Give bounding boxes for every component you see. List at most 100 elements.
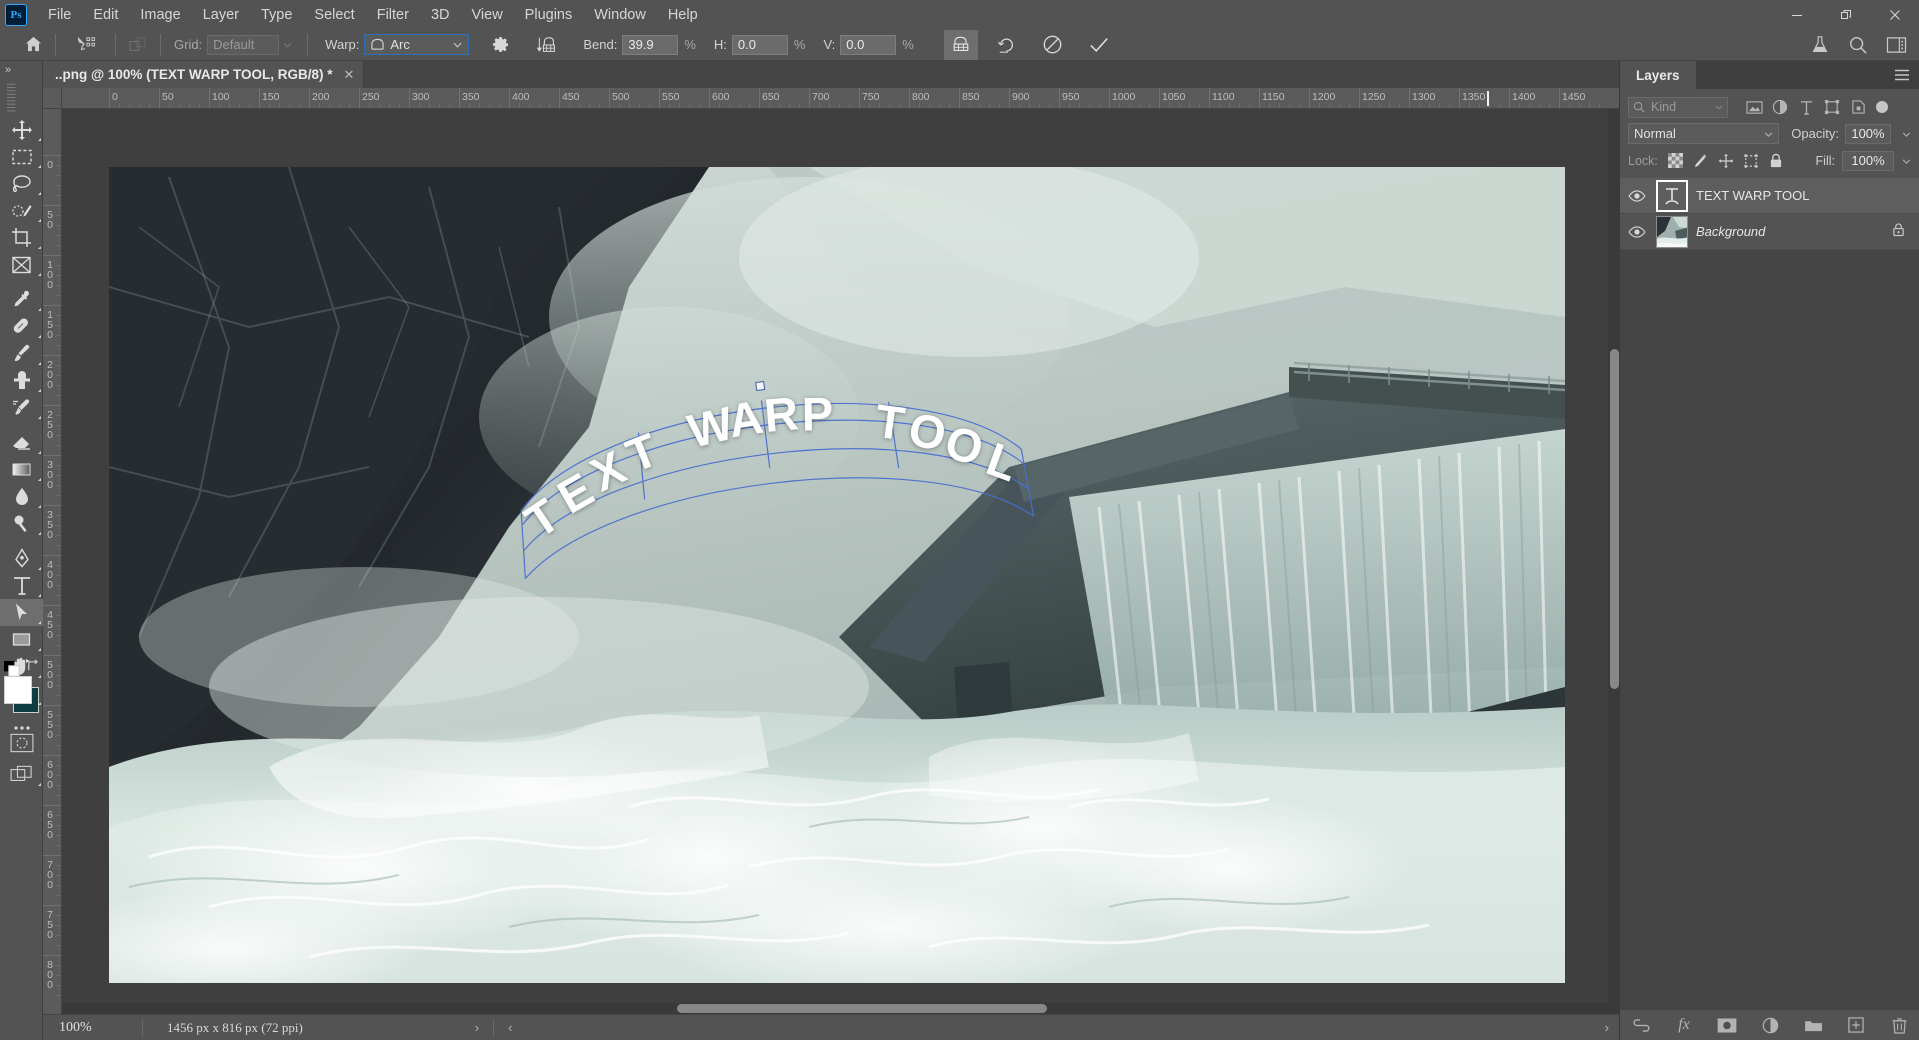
adjustment-filter-icon[interactable] <box>1768 96 1792 118</box>
opacity-chevron-down-icon[interactable] <box>1902 129 1911 139</box>
lock-transparent-pixels-icon[interactable] <box>1665 150 1687 172</box>
minimize-button[interactable] <box>1772 0 1821 29</box>
ruler-corner[interactable] <box>43 88 62 109</box>
grid-value[interactable]: Default <box>207 35 279 55</box>
warp-style-dropdown[interactable]: Arc <box>364 34 469 55</box>
foreground-color-swatch[interactable] <box>4 676 32 704</box>
layer-row[interactable]: Background <box>1620 214 1919 250</box>
tool-preset-icon[interactable] <box>69 30 103 60</box>
tool-pen-tool[interactable] <box>0 545 43 572</box>
menu-item-filter[interactable]: Filter <box>366 3 420 27</box>
tool-brush-tool[interactable] <box>0 340 43 367</box>
tool-eraser-tool[interactable] <box>0 429 43 456</box>
quick-mask-icon[interactable] <box>0 729 43 756</box>
delete-layer-icon[interactable] <box>1888 1014 1910 1036</box>
lock-position-icon[interactable] <box>1715 150 1737 172</box>
canvas-horizontal-scrollbar-track[interactable] <box>62 1003 1619 1014</box>
warp-toggle-icon[interactable] <box>944 30 978 60</box>
warp-control-handle[interactable] <box>755 381 765 391</box>
layer-visibility-eye-icon[interactable] <box>1626 226 1648 238</box>
layer-filter-kind-dropdown[interactable]: Kind <box>1628 97 1728 118</box>
warp-orientation-icon[interactable] <box>531 30 565 60</box>
workspace-icon[interactable] <box>1879 30 1913 60</box>
screen-mode-icon[interactable] <box>0 761 43 788</box>
menu-item-edit[interactable]: Edit <box>82 3 129 27</box>
opacity-value[interactable]: 100% <box>1845 124 1891 144</box>
commit-checkmark-icon[interactable] <box>1082 30 1116 60</box>
flask-icon[interactable] <box>1803 30 1837 60</box>
menu-item-help[interactable]: Help <box>657 3 709 27</box>
tool-gradient-tool[interactable] <box>0 456 43 483</box>
blend-mode-dropdown[interactable]: Normal <box>1628 123 1779 144</box>
lock-all-icon[interactable] <box>1765 150 1787 172</box>
close-icon[interactable]: ✕ <box>340 67 357 83</box>
smart-object-filter-icon[interactable] <box>1846 96 1870 118</box>
panel-menu-icon[interactable] <box>1894 68 1910 86</box>
filter-toggle[interactable] <box>1876 101 1888 113</box>
layer-thumbnail[interactable] <box>1656 216 1688 248</box>
status-prev-arrow[interactable]: ‹ <box>498 1020 522 1035</box>
menu-item-view[interactable]: View <box>461 3 514 27</box>
v-input[interactable]: 0.0 <box>840 35 896 55</box>
new-group-icon[interactable] <box>1802 1014 1824 1036</box>
home-icon[interactable] <box>16 30 50 60</box>
tool-lasso-tool[interactable] <box>0 170 43 197</box>
tool-crop-tool[interactable] <box>0 224 43 251</box>
status-next-arrow[interactable]: › <box>1595 1020 1619 1035</box>
fill-chevron-down-icon[interactable] <box>1902 156 1911 166</box>
tool-dodge-tool[interactable] <box>0 510 43 537</box>
tool-blur-tool[interactable] <box>0 483 43 510</box>
tool-rectangular-marquee-tool[interactable] <box>0 143 43 170</box>
tool-type-tool[interactable] <box>0 572 43 599</box>
tool-clone-stamp-tool[interactable] <box>0 367 43 394</box>
zoom-level[interactable]: 100% <box>43 1020 138 1036</box>
tool-eyedropper-tool[interactable] <box>0 286 43 313</box>
lock-image-pixels-icon[interactable] <box>1690 150 1712 172</box>
canvas-vertical-scrollbar-thumb[interactable] <box>1610 349 1619 689</box>
tool-path-selection-tool[interactable] <box>0 599 43 626</box>
menu-item-plugins[interactable]: Plugins <box>514 3 584 27</box>
search-icon[interactable] <box>1841 30 1875 60</box>
layer-style-fx-icon[interactable]: fx <box>1673 1014 1695 1036</box>
warp-settings-gear-icon[interactable] <box>483 30 517 60</box>
menu-item-3d[interactable]: 3D <box>420 3 461 27</box>
canvas-vertical-scrollbar-track[interactable] <box>1608 109 1619 1014</box>
menu-item-type[interactable]: Type <box>250 3 303 27</box>
h-input[interactable]: 0.0 <box>732 35 788 55</box>
bend-input[interactable]: 39.9 <box>622 35 678 55</box>
document-tab[interactable]: ..png @ 100% (TEXT WARP TOOL, RGB/8) * ✕ <box>43 61 364 88</box>
menu-item-file[interactable]: File <box>37 3 82 27</box>
color-swatches[interactable] <box>4 673 42 713</box>
canvas-horizontal-scrollbar-thumb[interactable] <box>677 1004 1047 1013</box>
link-layers-icon[interactable] <box>1630 1014 1652 1036</box>
lock-artboard-icon[interactable] <box>1740 150 1762 172</box>
layer-row[interactable]: TEXT WARP TOOL <box>1620 178 1919 214</box>
menu-item-select[interactable]: Select <box>303 3 365 27</box>
tool-frame-tool[interactable] <box>0 251 43 278</box>
close-button[interactable] <box>1870 0 1919 29</box>
toolbar-collapse-button[interactable]: » <box>0 61 42 77</box>
vertical-ruler[interactable]: 0501001502002503003504004505005506006507… <box>43 109 62 1014</box>
menu-item-layer[interactable]: Layer <box>192 3 250 27</box>
type-filter-icon[interactable] <box>1794 96 1818 118</box>
artboard[interactable]: TEXT WARP TOOL <box>109 167 1565 983</box>
pixel-filter-icon[interactable] <box>1742 96 1766 118</box>
shape-filter-icon[interactable] <box>1820 96 1844 118</box>
tool-rectangle-tool[interactable] <box>0 626 43 653</box>
grid-chevron-down-icon[interactable] <box>279 30 295 60</box>
layer-thumbnail[interactable] <box>1656 180 1688 212</box>
horizontal-ruler[interactable]: 0501001502002503003504004505005506006507… <box>62 88 1619 109</box>
add-layer-mask-icon[interactable] <box>1716 1014 1738 1036</box>
tool-spot-healing-brush-tool[interactable] <box>0 313 43 340</box>
reset-icon[interactable] <box>990 30 1024 60</box>
warped-text-content[interactable]: TEXT WARP TOOL <box>499 331 1032 533</box>
tool-move-tool[interactable] <box>0 116 43 143</box>
tab-layers[interactable]: Layers <box>1620 61 1696 89</box>
canvas-area[interactable]: TEXT WARP TOOL <box>62 109 1619 1014</box>
menu-item-window[interactable]: Window <box>583 3 657 27</box>
maximize-button[interactable] <box>1821 0 1870 29</box>
status-expand-arrow[interactable]: › <box>465 1020 489 1035</box>
warped-text-layer[interactable]: TEXT WARP TOOL <box>499 331 1039 593</box>
tool-object-selection-tool[interactable] <box>0 197 43 224</box>
menu-item-image[interactable]: Image <box>129 3 191 27</box>
